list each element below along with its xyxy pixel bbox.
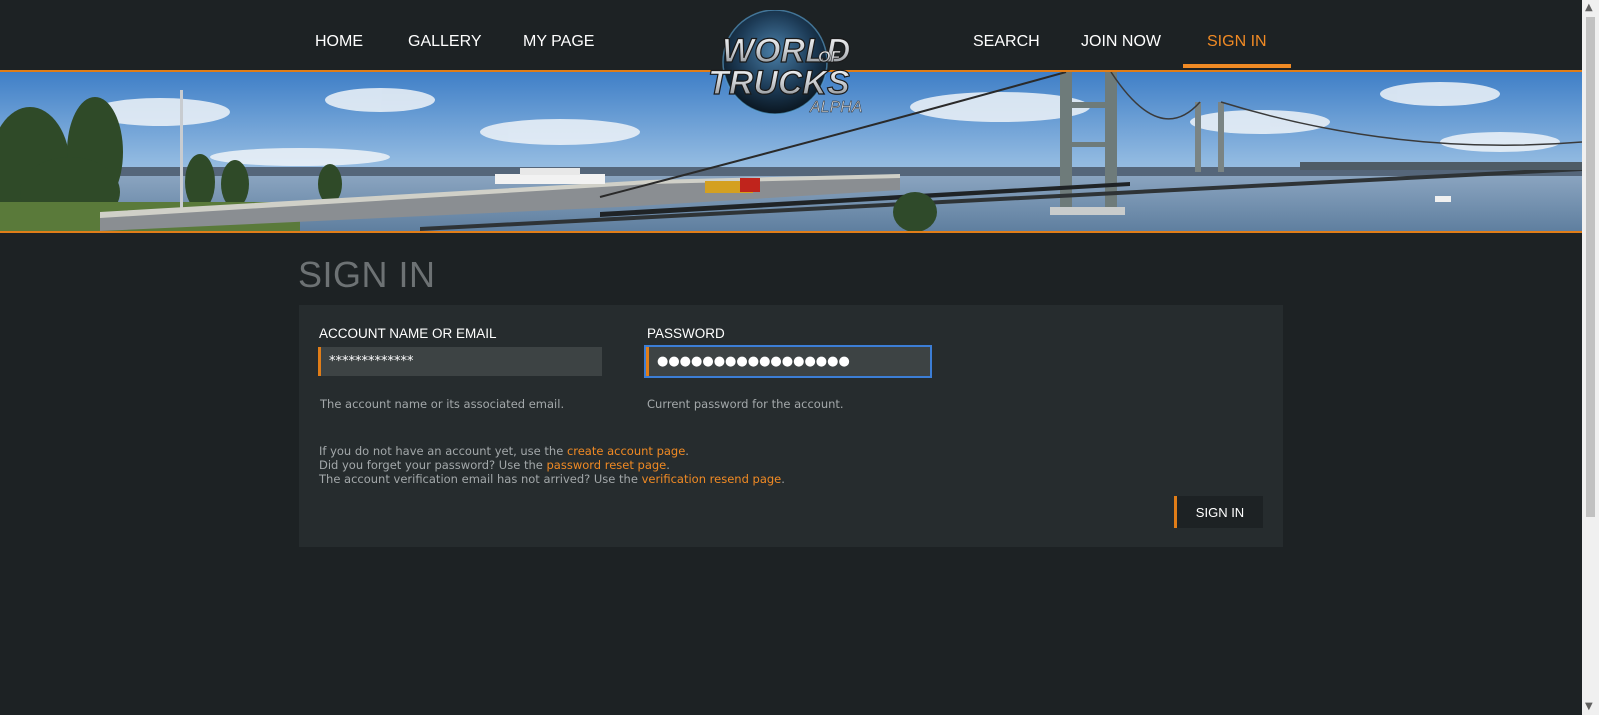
nav-gallery[interactable]: GALLERY bbox=[408, 33, 482, 51]
banner-divider bbox=[0, 231, 1582, 233]
page-title: SIGN IN bbox=[298, 254, 436, 295]
create-account-link[interactable]: create account page bbox=[567, 444, 685, 458]
password-field-hint: Current password for the account. bbox=[647, 397, 844, 411]
sign-in-form-panel: ACCOUNT NAME OR EMAIL The account name o… bbox=[299, 305, 1283, 547]
help-text: If you do not have an account yet, use t… bbox=[319, 444, 785, 486]
account-field-label: ACCOUNT NAME OR EMAIL bbox=[319, 326, 497, 341]
password-reset-link[interactable]: password reset page bbox=[546, 458, 666, 472]
logo-text-alpha: ALPHA bbox=[809, 99, 862, 116]
nav-home[interactable]: HOME bbox=[315, 33, 363, 51]
chevron-down-icon[interactable]: ▼ bbox=[1585, 702, 1593, 712]
sign-in-submit-button[interactable]: SIGN IN bbox=[1174, 496, 1263, 528]
password-input[interactable] bbox=[646, 347, 930, 376]
scrollbar-thumb[interactable] bbox=[1586, 17, 1595, 517]
account-name-input[interactable] bbox=[318, 347, 602, 376]
password-field-label: PASSWORD bbox=[647, 326, 725, 341]
logo-text-trucks: TRUCKS bbox=[708, 64, 850, 102]
chevron-up-icon[interactable]: ▲ bbox=[1585, 3, 1593, 13]
nav-join-now[interactable]: JOIN NOW bbox=[1081, 33, 1161, 51]
nav-active-indicator bbox=[1183, 64, 1291, 68]
world-of-trucks-logo[interactable]: WORLD OF TRUCKS ALPHA bbox=[650, 9, 900, 122]
nav-search[interactable]: SEARCH bbox=[973, 33, 1040, 51]
account-field-hint: The account name or its associated email… bbox=[320, 397, 565, 411]
help-line-create-account: If you do not have an account yet, use t… bbox=[319, 444, 689, 458]
nav-sign-in[interactable]: SIGN IN bbox=[1207, 33, 1267, 51]
help-line-verification-resend: The account verification email has not a… bbox=[319, 472, 785, 486]
verification-resend-link[interactable]: verification resend page bbox=[642, 472, 782, 486]
page-scrollbar[interactable]: ▲ ▼ bbox=[1582, 0, 1599, 715]
help-line-password-reset: Did you forget your password? Use the pa… bbox=[319, 458, 670, 472]
nav-my-page[interactable]: MY PAGE bbox=[523, 33, 594, 51]
